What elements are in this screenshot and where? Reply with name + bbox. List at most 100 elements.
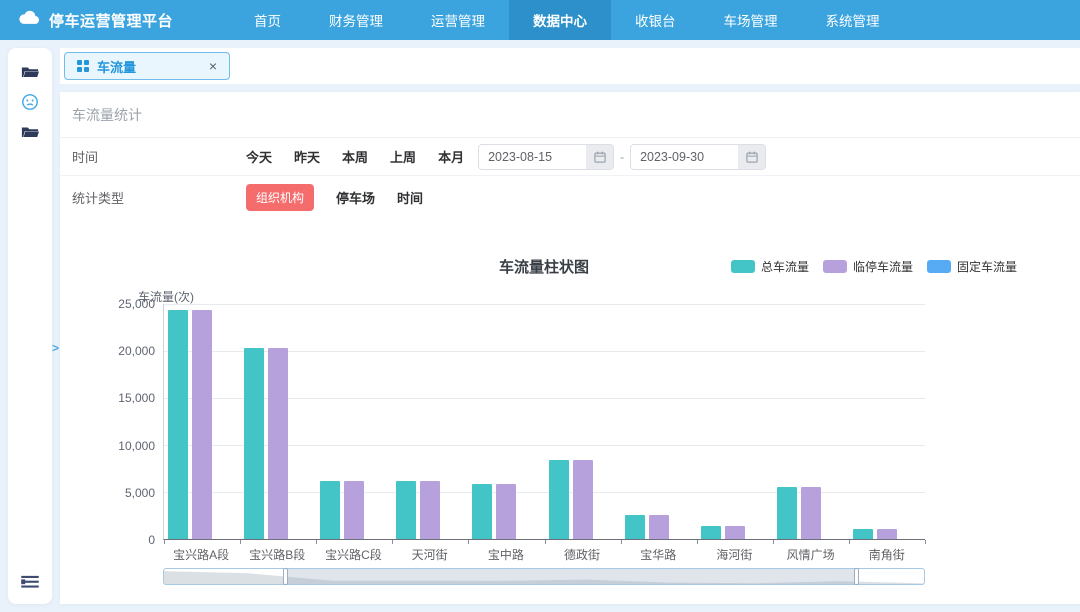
x-axis-label: 风情广场 bbox=[773, 546, 849, 563]
datazoom-left-handle[interactable] bbox=[283, 568, 288, 585]
x-axis-tick bbox=[468, 540, 469, 544]
stat-option-组织机构[interactable]: 组织机构 bbox=[246, 184, 314, 211]
start-date-input[interactable] bbox=[479, 150, 586, 164]
y-tick-label: 20,000 bbox=[118, 344, 155, 358]
tab-label: 车流量 bbox=[97, 57, 136, 76]
app-title: 停车运营管理平台 bbox=[49, 10, 173, 31]
quick-link-今天[interactable]: 今天 bbox=[246, 147, 272, 166]
nav-item-系统管理[interactable]: 系统管理 bbox=[802, 0, 904, 40]
bar-总车流量[interactable] bbox=[777, 487, 797, 539]
y-tick-label: 10,000 bbox=[118, 439, 155, 453]
x-axis-tick bbox=[925, 540, 926, 544]
stat-type-options: 组织机构 停车场 时间 bbox=[246, 184, 423, 211]
quick-link-昨天[interactable]: 昨天 bbox=[294, 147, 320, 166]
bar-临停车流量[interactable] bbox=[268, 348, 288, 539]
bar-总车流量[interactable] bbox=[625, 515, 645, 539]
x-axis-tick bbox=[621, 540, 622, 544]
bar-总车流量[interactable] bbox=[396, 481, 416, 539]
bar-总车流量[interactable] bbox=[244, 348, 264, 539]
quick-link-本月[interactable]: 本月 bbox=[438, 147, 464, 166]
x-axis-tick bbox=[697, 540, 698, 544]
bar-总车流量[interactable] bbox=[853, 529, 873, 539]
nav-item-财务管理[interactable]: 财务管理 bbox=[305, 0, 407, 40]
legend-label: 临停车流量 bbox=[853, 258, 913, 275]
bar-总车流量[interactable] bbox=[168, 310, 188, 539]
x-axis-label: 德政街 bbox=[544, 546, 620, 563]
bar-临停车流量[interactable] bbox=[649, 515, 669, 539]
end-date-field bbox=[630, 144, 766, 170]
x-axis-label: 南角街 bbox=[849, 546, 925, 563]
quick-link-上周[interactable]: 上周 bbox=[390, 147, 416, 166]
date-separator: - bbox=[620, 150, 624, 164]
y-tick-label: 25,000 bbox=[118, 297, 155, 311]
page-title: 车流量统计 bbox=[60, 92, 1080, 138]
bar-临停车流量[interactable] bbox=[801, 487, 821, 539]
x-axis-tick bbox=[164, 540, 165, 544]
datazoom-slider[interactable] bbox=[163, 568, 925, 585]
nav-item-首页[interactable]: 首页 bbox=[230, 0, 305, 40]
smiley-icon[interactable] bbox=[18, 90, 42, 114]
traffic-bar-chart: 车流量柱状图 总车流量临停车流量固定车流量 车流量(次) 25,00020,00… bbox=[60, 218, 1080, 612]
legend-item-固定车流量[interactable]: 固定车流量 bbox=[927, 258, 1017, 275]
x-axis-tick bbox=[849, 540, 850, 544]
chart-plot bbox=[163, 304, 925, 540]
x-axis-label: 宝兴路B段 bbox=[239, 546, 315, 563]
y-tick-label: 0 bbox=[148, 533, 155, 547]
nav-item-车场管理[interactable]: 车场管理 bbox=[700, 0, 802, 40]
bar-临停车流量[interactable] bbox=[420, 481, 440, 539]
nav-item-收银台[interactable]: 收银台 bbox=[611, 0, 700, 40]
legend-swatch bbox=[823, 260, 847, 273]
x-axis-labels: 宝兴路A段宝兴路B段宝兴路C段天河街宝中路德政街宝华路海河街风情广场南角街 bbox=[163, 546, 925, 563]
bar-group bbox=[240, 304, 316, 539]
bar-group bbox=[316, 304, 392, 539]
x-axis-tick bbox=[240, 540, 241, 544]
close-icon[interactable]: × bbox=[209, 59, 217, 73]
chart-legend: 总车流量 临停车流量固定车流量 bbox=[731, 258, 1017, 275]
chart-bars bbox=[164, 304, 925, 539]
menu-collapse-icon[interactable] bbox=[18, 570, 42, 594]
x-axis-label: 宝中路 bbox=[468, 546, 544, 563]
legend-item-总车流量[interactable]: 总车流量 bbox=[731, 258, 809, 275]
bar-临停车流量[interactable] bbox=[192, 310, 212, 539]
stat-option-时间[interactable]: 时间 bbox=[397, 188, 423, 207]
date-range: - bbox=[478, 144, 766, 170]
bar-group bbox=[468, 304, 544, 539]
tab-bar: 车流量 × bbox=[60, 48, 1080, 84]
legend-swatch bbox=[731, 260, 755, 273]
stat-option-停车场[interactable]: 停车场 bbox=[336, 188, 375, 207]
grid-icon bbox=[77, 60, 89, 72]
bar-group bbox=[621, 304, 697, 539]
datazoom-thumb[interactable] bbox=[286, 569, 856, 584]
bar-临停车流量[interactable] bbox=[496, 484, 516, 539]
calendar-icon[interactable] bbox=[738, 145, 765, 169]
nav-item-数据中心[interactable]: 数据中心 bbox=[509, 0, 611, 40]
folder-icon[interactable] bbox=[18, 120, 42, 144]
y-axis-labels: 25,00020,00015,00010,0005,0000 bbox=[60, 304, 155, 540]
bar-临停车流量[interactable] bbox=[877, 529, 897, 539]
bar-group bbox=[392, 304, 468, 539]
bar-总车流量[interactable] bbox=[320, 481, 340, 539]
folder-icon[interactable] bbox=[18, 60, 42, 84]
bar-临停车流量[interactable] bbox=[725, 526, 745, 539]
bar-临停车流量[interactable] bbox=[573, 460, 593, 539]
y-tick-label: 15,000 bbox=[118, 391, 155, 405]
bar-总车流量[interactable] bbox=[701, 526, 721, 539]
x-axis-label: 宝华路 bbox=[620, 546, 696, 563]
end-date-input[interactable] bbox=[631, 150, 738, 164]
legend-item-临停车流量[interactable]: 临停车流量 bbox=[823, 258, 913, 275]
nav-item-运营管理[interactable]: 运营管理 bbox=[407, 0, 509, 40]
bar-group bbox=[164, 304, 240, 539]
bar-总车流量[interactable] bbox=[472, 484, 492, 539]
bar-总车流量[interactable] bbox=[549, 460, 569, 539]
bar-group bbox=[849, 304, 925, 539]
sidebar bbox=[8, 48, 52, 604]
brand: 停车运营管理平台 bbox=[0, 10, 230, 31]
panel-collapse-toggle[interactable]: > bbox=[52, 341, 59, 355]
time-filter-row: 时间 今天昨天本周上周本月 - bbox=[60, 138, 1080, 176]
calendar-icon[interactable] bbox=[586, 145, 613, 169]
datazoom-right-handle[interactable] bbox=[854, 568, 859, 585]
tab-traffic-flow[interactable]: 车流量 × bbox=[64, 52, 230, 80]
quick-link-本周[interactable]: 本周 bbox=[342, 147, 368, 166]
bar-临停车流量[interactable] bbox=[344, 481, 364, 539]
x-axis-tick bbox=[773, 540, 774, 544]
